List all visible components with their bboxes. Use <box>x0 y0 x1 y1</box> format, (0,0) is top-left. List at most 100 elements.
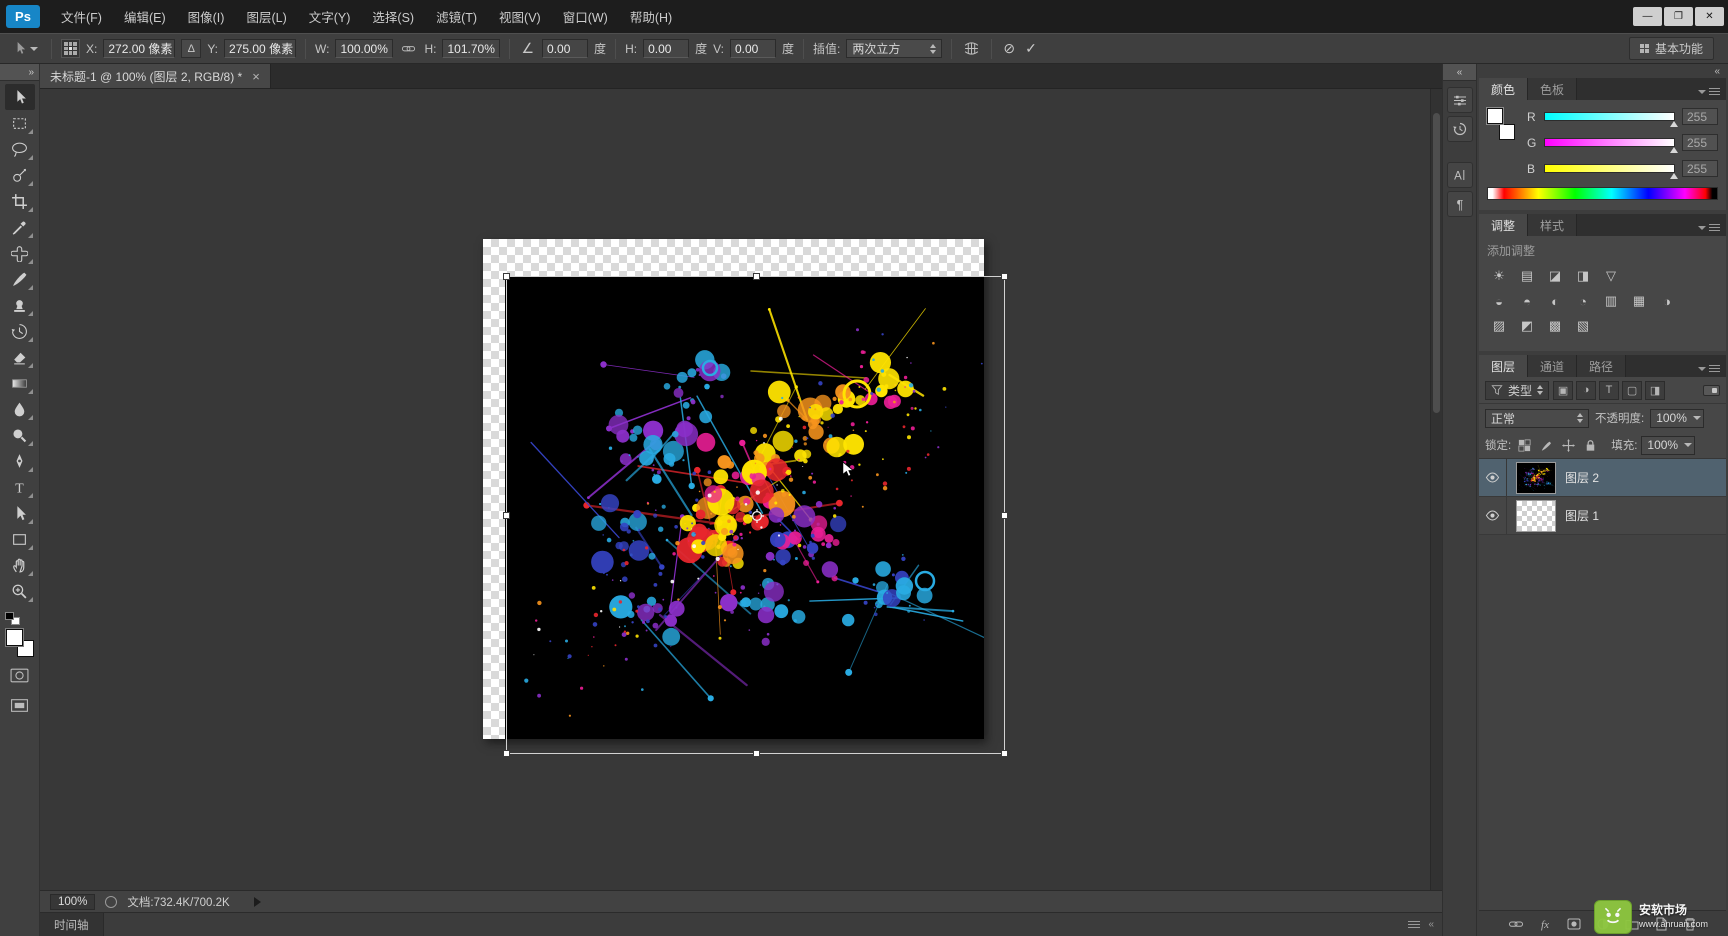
vertical-scrollbar[interactable] <box>1430 89 1442 890</box>
menu-help[interactable]: 帮助(H) <box>619 0 683 33</box>
free-transform-box[interactable] <box>503 273 1008 757</box>
layer-style-icon[interactable]: fx <box>1537 916 1553 932</box>
cancel-transform-button[interactable]: ⊘ <box>1001 40 1017 57</box>
link-layers-icon[interactable] <box>1508 916 1524 932</box>
blend-mode-select[interactable]: 正常 <box>1485 408 1589 428</box>
channel-mixer-icon[interactable]: ▥ <box>1599 291 1623 311</box>
panel-menu-icon[interactable] <box>1698 224 1720 231</box>
panels-collapse-icon[interactable]: « <box>1714 66 1720 77</box>
layer-visibility-icon[interactable] <box>1479 459 1507 496</box>
green-value-field[interactable]: 255 <box>1682 134 1718 151</box>
color-lookup-icon[interactable]: ▦ <box>1627 291 1651 311</box>
fill-field[interactable]: 100% <box>1641 435 1696 455</box>
filter-shape-layers-icon[interactable]: ▢ <box>1622 380 1643 400</box>
layer-visibility-icon[interactable] <box>1479 497 1507 534</box>
black-white-icon[interactable]: ◐ <box>1543 291 1567 311</box>
lock-transparency-icon[interactable] <box>1515 436 1533 454</box>
opacity-field[interactable]: 100% <box>1650 408 1705 428</box>
screen-mode-button[interactable] <box>10 697 29 717</box>
lock-all-icon[interactable] <box>1581 436 1599 454</box>
selective-color-icon[interactable]: ▧ <box>1571 316 1595 336</box>
reference-point-locator[interactable] <box>61 39 80 58</box>
threshold-icon[interactable]: ◩ <box>1515 316 1539 336</box>
tab-styles[interactable]: 样式 <box>1528 214 1578 236</box>
skew-h-input[interactable]: 0.00 <box>643 39 690 58</box>
layer-list-empty-area[interactable] <box>1479 535 1726 910</box>
red-slider[interactable] <box>1544 112 1678 127</box>
transform-handle-s[interactable] <box>753 750 760 757</box>
skew-v-input[interactable]: 0.00 <box>729 39 776 58</box>
exposure-icon[interactable]: ◨ <box>1571 266 1595 286</box>
timeline-menu-icon[interactable] <box>1408 921 1421 928</box>
color-balance-icon[interactable]: ◓ <box>1515 291 1539 311</box>
transform-handle-e[interactable] <box>1001 512 1008 519</box>
maintain-aspect-icon[interactable] <box>399 41 418 56</box>
transform-handle-sw[interactable] <box>503 750 510 757</box>
history-panel-icon[interactable] <box>1446 116 1473 142</box>
close-button[interactable]: ✕ <box>1695 7 1724 26</box>
menu-view[interactable]: 视图(V) <box>488 0 552 33</box>
slider-marker-icon[interactable] <box>1670 121 1678 127</box>
path-selection-tool[interactable] <box>5 500 35 526</box>
y-input[interactable]: 275.00 像素 <box>224 39 297 58</box>
pen-tool[interactable] <box>5 448 35 474</box>
transform-handle-nw[interactable] <box>503 273 510 280</box>
gradient-tool[interactable] <box>5 370 35 396</box>
foreground-color-swatch[interactable] <box>5 629 23 646</box>
quick-selection-tool[interactable] <box>5 162 35 188</box>
hand-tool[interactable] <box>5 552 35 578</box>
foreground-background-swatch[interactable] <box>5 629 34 657</box>
panel-fg-bg-swatch[interactable] <box>1487 108 1517 140</box>
levels-icon[interactable]: ▤ <box>1515 266 1539 286</box>
maximize-button[interactable]: ❐ <box>1664 7 1693 26</box>
default-colors-icon[interactable] <box>5 612 20 625</box>
blur-tool[interactable] <box>5 396 35 422</box>
properties-panel-icon[interactable] <box>1446 87 1473 113</box>
paragraph-panel-icon[interactable]: ¶ <box>1446 191 1473 217</box>
filter-adjustment-layers-icon[interactable]: ◑ <box>1576 380 1597 400</box>
invert-icon[interactable]: ◑ <box>1655 291 1679 311</box>
width-input[interactable]: 100.00% <box>335 39 394 58</box>
x-input[interactable]: 272.00 像素 <box>103 39 176 58</box>
menu-type[interactable]: 文字(Y) <box>298 0 362 33</box>
interpolation-select[interactable]: 两次立方 <box>846 39 943 58</box>
tab-layers[interactable]: 图层 <box>1479 355 1529 377</box>
lock-pixels-icon[interactable] <box>1537 436 1555 454</box>
layer-thumbnail[interactable] <box>1516 461 1556 494</box>
transform-handle-se[interactable] <box>1001 750 1008 757</box>
lasso-tool[interactable] <box>5 136 35 162</box>
layer-mask-icon[interactable] <box>1566 916 1582 932</box>
menu-edit[interactable]: 编辑(E) <box>113 0 177 33</box>
panel-menu-icon[interactable] <box>1698 365 1720 372</box>
curves-icon[interactable]: ◪ <box>1543 266 1567 286</box>
layer-row[interactable]: 图层 1 <box>1479 497 1726 535</box>
menu-window[interactable]: 窗口(W) <box>552 0 619 33</box>
move-tool[interactable] <box>4 84 35 110</box>
height-input[interactable]: 101.70% <box>442 39 501 58</box>
eraser-tool[interactable] <box>5 344 35 370</box>
strip-expand-icon[interactable]: « <box>1443 64 1476 81</box>
dodge-tool[interactable] <box>5 422 35 448</box>
zoom-tool[interactable] <box>5 578 35 604</box>
filter-smart-objects-icon[interactable]: ◨ <box>1645 380 1666 400</box>
transform-handle-ne[interactable] <box>1001 273 1008 280</box>
spot-healing-brush-tool[interactable] <box>5 240 35 266</box>
status-flyout-icon[interactable] <box>253 896 261 907</box>
color-spectrum-ramp[interactable] <box>1487 187 1718 200</box>
transform-handle-n[interactable] <box>753 273 760 280</box>
workspace-switcher[interactable]: 基本功能 <box>1628 37 1714 60</box>
app-logo[interactable]: Ps <box>6 5 40 28</box>
tab-channels[interactable]: 通道 <box>1528 355 1578 377</box>
gradient-map-icon[interactable]: ▩ <box>1543 316 1567 336</box>
crop-tool[interactable] <box>5 188 35 214</box>
red-value-field[interactable]: 255 <box>1682 108 1718 125</box>
transform-handle-w[interactable] <box>503 512 510 519</box>
layer-row[interactable]: 图层 2 <box>1479 459 1726 497</box>
rectangle-tool[interactable] <box>5 526 35 552</box>
eyedropper-tool[interactable] <box>5 214 35 240</box>
history-brush-tool[interactable] <box>5 318 35 344</box>
commit-transform-button[interactable]: ✓ <box>1023 40 1039 57</box>
warp-mode-icon[interactable] <box>961 40 982 57</box>
filter-kind-select[interactable]: 类型 <box>1485 380 1550 400</box>
brightness-contrast-icon[interactable]: ☀ <box>1487 266 1511 286</box>
